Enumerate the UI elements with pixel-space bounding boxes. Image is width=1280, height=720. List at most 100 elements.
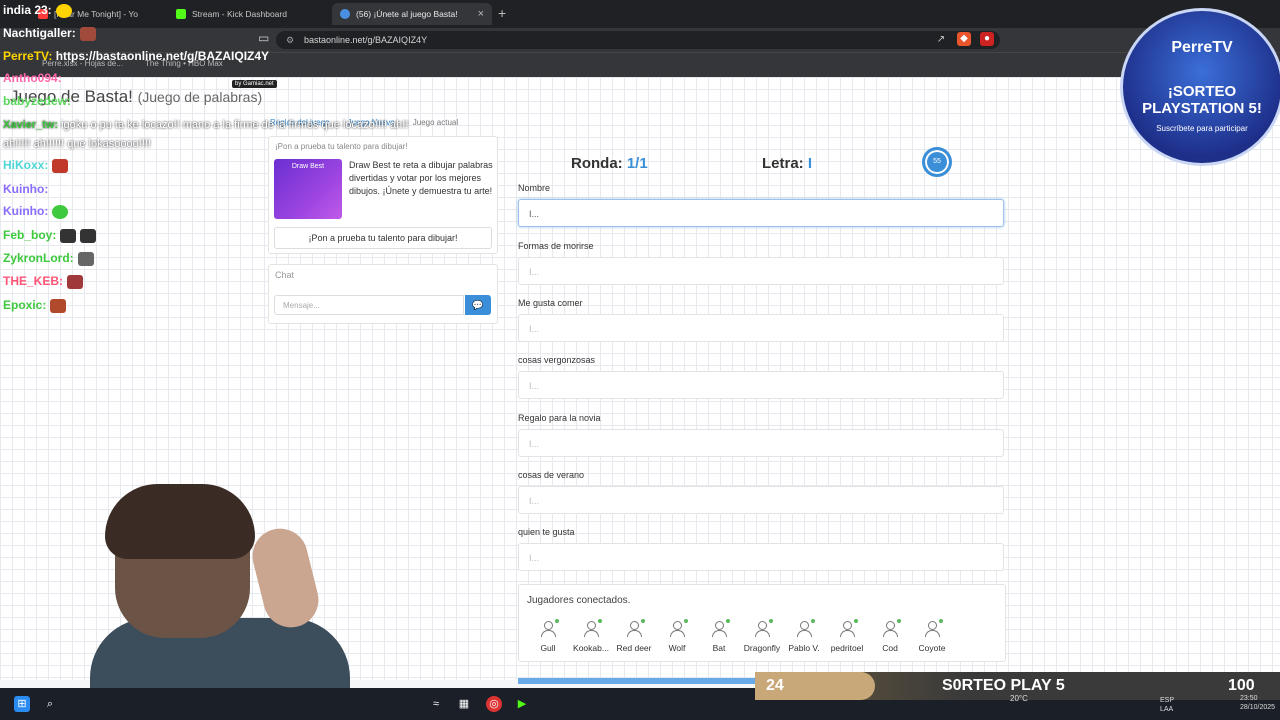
input-nombre[interactable]: I... [518,199,1004,227]
field-label-formas-de-morirse: Formas de morirse [518,241,594,251]
overlay-chat-line: THE_KEB: [3,274,84,289]
player-item[interactable]: Cod [870,619,910,653]
chat-heading: Chat [275,270,295,280]
menu-current-game[interactable]: Juego actual [413,118,458,127]
close-tab-icon[interactable]: × [478,8,484,20]
user-icon [626,619,645,637]
online-dot [555,619,559,623]
player-item[interactable]: Dragonfly [741,619,783,653]
app-icon[interactable]: ▦ [456,696,472,712]
promo-image-label: Draw Best [291,163,325,170]
player-item[interactable]: Gull [528,619,568,653]
player-name: Red deer [616,643,652,653]
player-item[interactable]: Bat [699,619,739,653]
lang-sub: LAA [1160,706,1174,713]
online-dot [811,619,815,623]
promo-button[interactable]: ¡Pon a prueba tu talento para dibujar! [274,227,492,249]
promo-image[interactable]: Draw Best [274,159,342,219]
sorteo-goal: 100 [1228,677,1255,694]
chat-message: igoku o pu ta ke locazo!! mano a la firm… [61,119,409,131]
clock-time: 23:50 [1240,695,1258,702]
field-label-nombre: Nombre [518,183,551,193]
player-name: Kookab... [573,643,609,653]
sorteo-current: 24 [766,677,784,694]
player-name: Gull [540,643,556,653]
site-info-icon[interactable]: ⚙ [286,31,294,49]
browser-tab-bar: [Hear Me Tonight] - Yo Stream - Kick Das… [0,0,1280,28]
search-icon[interactable]: ⌕ [42,696,58,712]
online-dot [769,619,773,623]
lang-code: ESP [1160,697,1175,704]
online-dot [598,619,602,623]
url-field[interactable]: ⚙ bastaonline.net/g/BAZAIQIZ4Y [276,31,1000,49]
new-tab-button[interactable]: + [498,5,506,21]
overlay-chat-line: india 23: [3,3,72,18]
overlay-chat-line: ah!!!!! ah!!!!!! que lokasoooo!!!! [3,138,151,150]
overlay-chat-line: babyzedew: [3,94,71,108]
tab-kick-dashboard[interactable]: Stream - Kick Dashboard [168,3,326,25]
player-name: pedritoel [830,643,864,653]
player-item[interactable]: Kookab... [571,619,611,653]
app-icon[interactable]: ≈ [428,696,444,712]
emote-icon [67,274,84,289]
kick-app-icon[interactable]: ▶ [514,696,530,712]
promo-heading: ¡Pon a prueba tu talento para dibujar! [275,142,408,151]
input-cosas-de-verano[interactable]: I... [518,486,1004,514]
chat-user: ZykronLord: [3,251,74,265]
online-dot [854,619,858,623]
player-item[interactable]: pedritoel [827,619,867,653]
user-icon [540,619,559,637]
system-clock[interactable]: 23:50 28/10/2025 [1240,694,1275,712]
language-indicator[interactable]: ESP LAA [1160,696,1174,714]
chat-user: Nachtigaller: [3,26,76,40]
players-heading: Jugadores conectados. [527,595,631,606]
round-indicator: Ronda: 1/1 [571,155,648,172]
player-item[interactable]: Coyote [912,619,952,653]
countdown-timer: 55 [922,147,952,177]
extension-icon[interactable]: ● [980,32,994,46]
player-item[interactable]: Red deer [614,619,654,653]
overlay-chat-line: Kuinho: god [3,182,72,196]
emote-icon [79,26,96,41]
chat-user: Antho094: [3,71,62,85]
overlay-chat-line: Antho094: [3,71,62,85]
chat-message: https://bastaonline.net/g/BAZAIQIZ4Y [55,49,270,63]
user-icon [669,619,688,637]
input-formas-de-morirse[interactable]: I... [518,257,1004,285]
overlay-chat-line: Nachtigaller: [3,26,96,41]
tab-basta[interactable]: (56) ¡Únete al juego Basta! × [332,3,492,25]
emote-icon [52,158,69,173]
input-cosas-vergonzosas[interactable]: I... [518,371,1004,399]
app-icon[interactable]: ◎ [486,696,502,712]
player-item[interactable]: Wolf [657,619,697,653]
field-label-cosas-de-verano: cosas de verano [518,470,585,480]
chat-send-button[interactable]: 💬 [465,295,491,315]
round-value: 1/1 [626,155,648,172]
overlay-chat-line: PerreTV: https://bastaonline.net/g/BAZAI… [3,49,269,63]
weather-widget[interactable]: 20°C [1010,694,1028,703]
badge-channel: PerreTV [1171,39,1233,56]
windows-start-icon[interactable]: ⊞ [14,696,30,712]
chat-input[interactable]: Mensaje... [274,295,464,315]
badge-cta: Suscríbete para participar [1156,124,1248,133]
input-me-gusta-comer[interactable]: I... [518,314,1004,342]
kick-icon [176,9,186,19]
url-text: bastaonline.net/g/BAZAIQIZ4Y [304,35,428,45]
input-regalo-para-la-novia[interactable]: I... [518,429,1004,457]
extension-icon[interactable]: ◆ [957,32,971,46]
chat-user: Epoxic: [3,298,47,312]
input-quien-te-gusta[interactable]: I... [518,543,1004,571]
overlay-chat-line: HiKoxx: [3,158,69,173]
emote-icon [55,3,72,18]
emote-icon [50,298,67,313]
field-label-regalo-para-la-novia: Regalo para la novia [518,413,601,423]
bookmark-icon[interactable]: ▭ [258,31,269,45]
user-icon [711,619,730,637]
round-label: Ronda: [571,155,623,172]
share-icon[interactable]: ↗ [934,33,948,47]
player-name: Coyote [918,643,946,653]
online-dot [897,619,901,623]
player-item[interactable]: Pablo V. [784,619,824,653]
overlay-chat-line: Epoxic: [3,298,67,313]
chat-message: god [51,182,72,196]
